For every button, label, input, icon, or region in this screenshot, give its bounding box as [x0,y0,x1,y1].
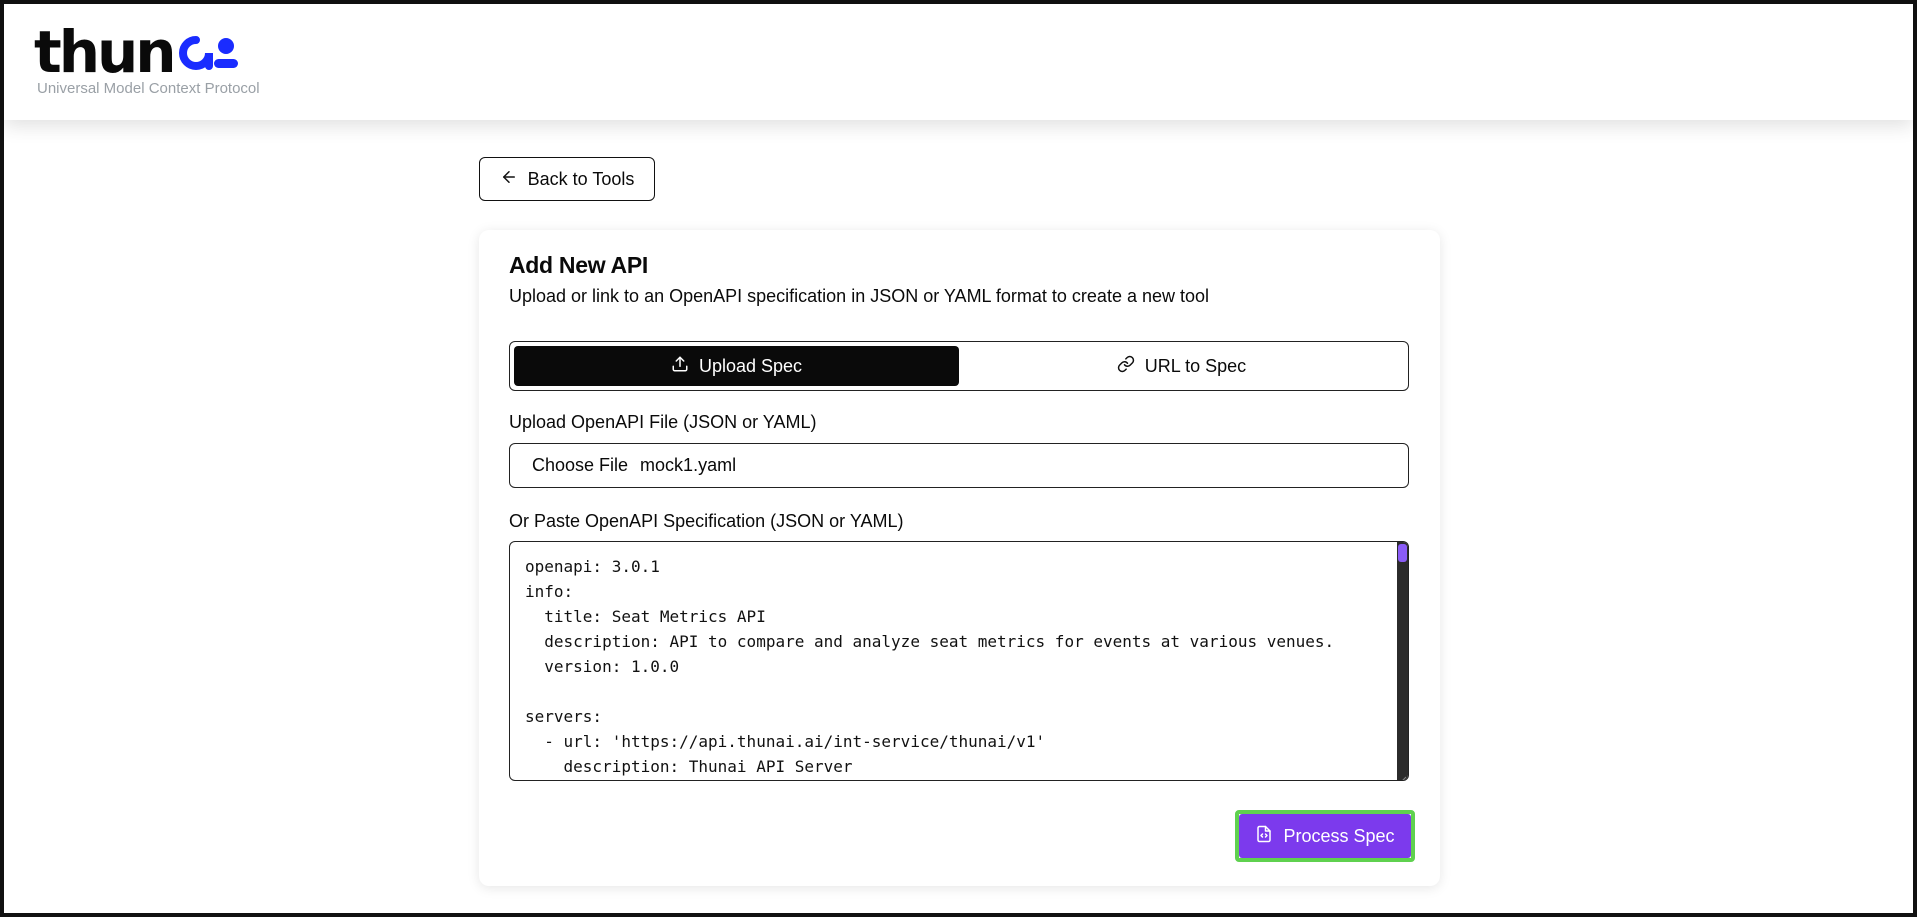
process-spec-highlight: Process Spec [1235,810,1415,862]
file-code-icon [1255,825,1273,848]
logo-mark-icon [176,24,238,80]
choose-file-button[interactable]: Choose File [532,455,628,476]
app-header: thun Universal Model Context Protocol [4,4,1913,120]
arrow-left-icon [500,168,518,191]
upload-file-label: Upload OpenAPI File (JSON or YAML) [509,412,817,432]
back-to-tools-label: Back to Tools [527,168,635,189]
upload-icon [671,355,689,378]
back-to-tools-button[interactable]: Back to Tools [479,157,655,201]
add-api-card: Add New API Upload or link to an OpenAPI… [479,230,1440,886]
brand-tagline: Universal Model Context Protocol [37,80,260,97]
card-subtitle: Upload or link to an OpenAPI specificati… [509,286,1210,306]
file-input[interactable]: Choose File mock1.yaml [509,443,1409,488]
tab-upload-spec-label: Upload Spec [698,355,803,376]
logo-text: thun [34,18,177,86]
scrollbar-thumb[interactable] [1398,544,1407,562]
resize-grip-icon[interactable] [1399,771,1407,780]
brand-logo[interactable]: thun Universal Model Context Protocol [34,18,260,97]
spec-source-tabs: Upload Spec URL to Spec [509,341,1409,391]
spec-textarea[interactable]: openapi: 3.0.1 info: title: Seat Metrics… [509,541,1409,781]
link-icon [1117,355,1135,378]
tab-url-to-spec[interactable]: URL to Spec [959,346,1404,386]
paste-spec-label: Or Paste OpenAPI Specification (JSON or … [509,511,904,531]
logo-wordmark: thun [34,18,260,86]
tab-upload-spec[interactable]: Upload Spec [514,346,959,386]
card-title: Add New API [509,252,648,278]
process-spec-label: Process Spec [1283,825,1395,846]
tab-url-to-spec-label: URL to Spec [1144,355,1247,376]
selected-file-name: mock1.yaml [640,455,737,475]
process-spec-button[interactable]: Process Spec [1239,814,1411,858]
spec-textarea-content: openapi: 3.0.1 info: title: Seat Metrics… [525,557,1335,776]
textarea-scrollbar[interactable] [1397,542,1408,780]
